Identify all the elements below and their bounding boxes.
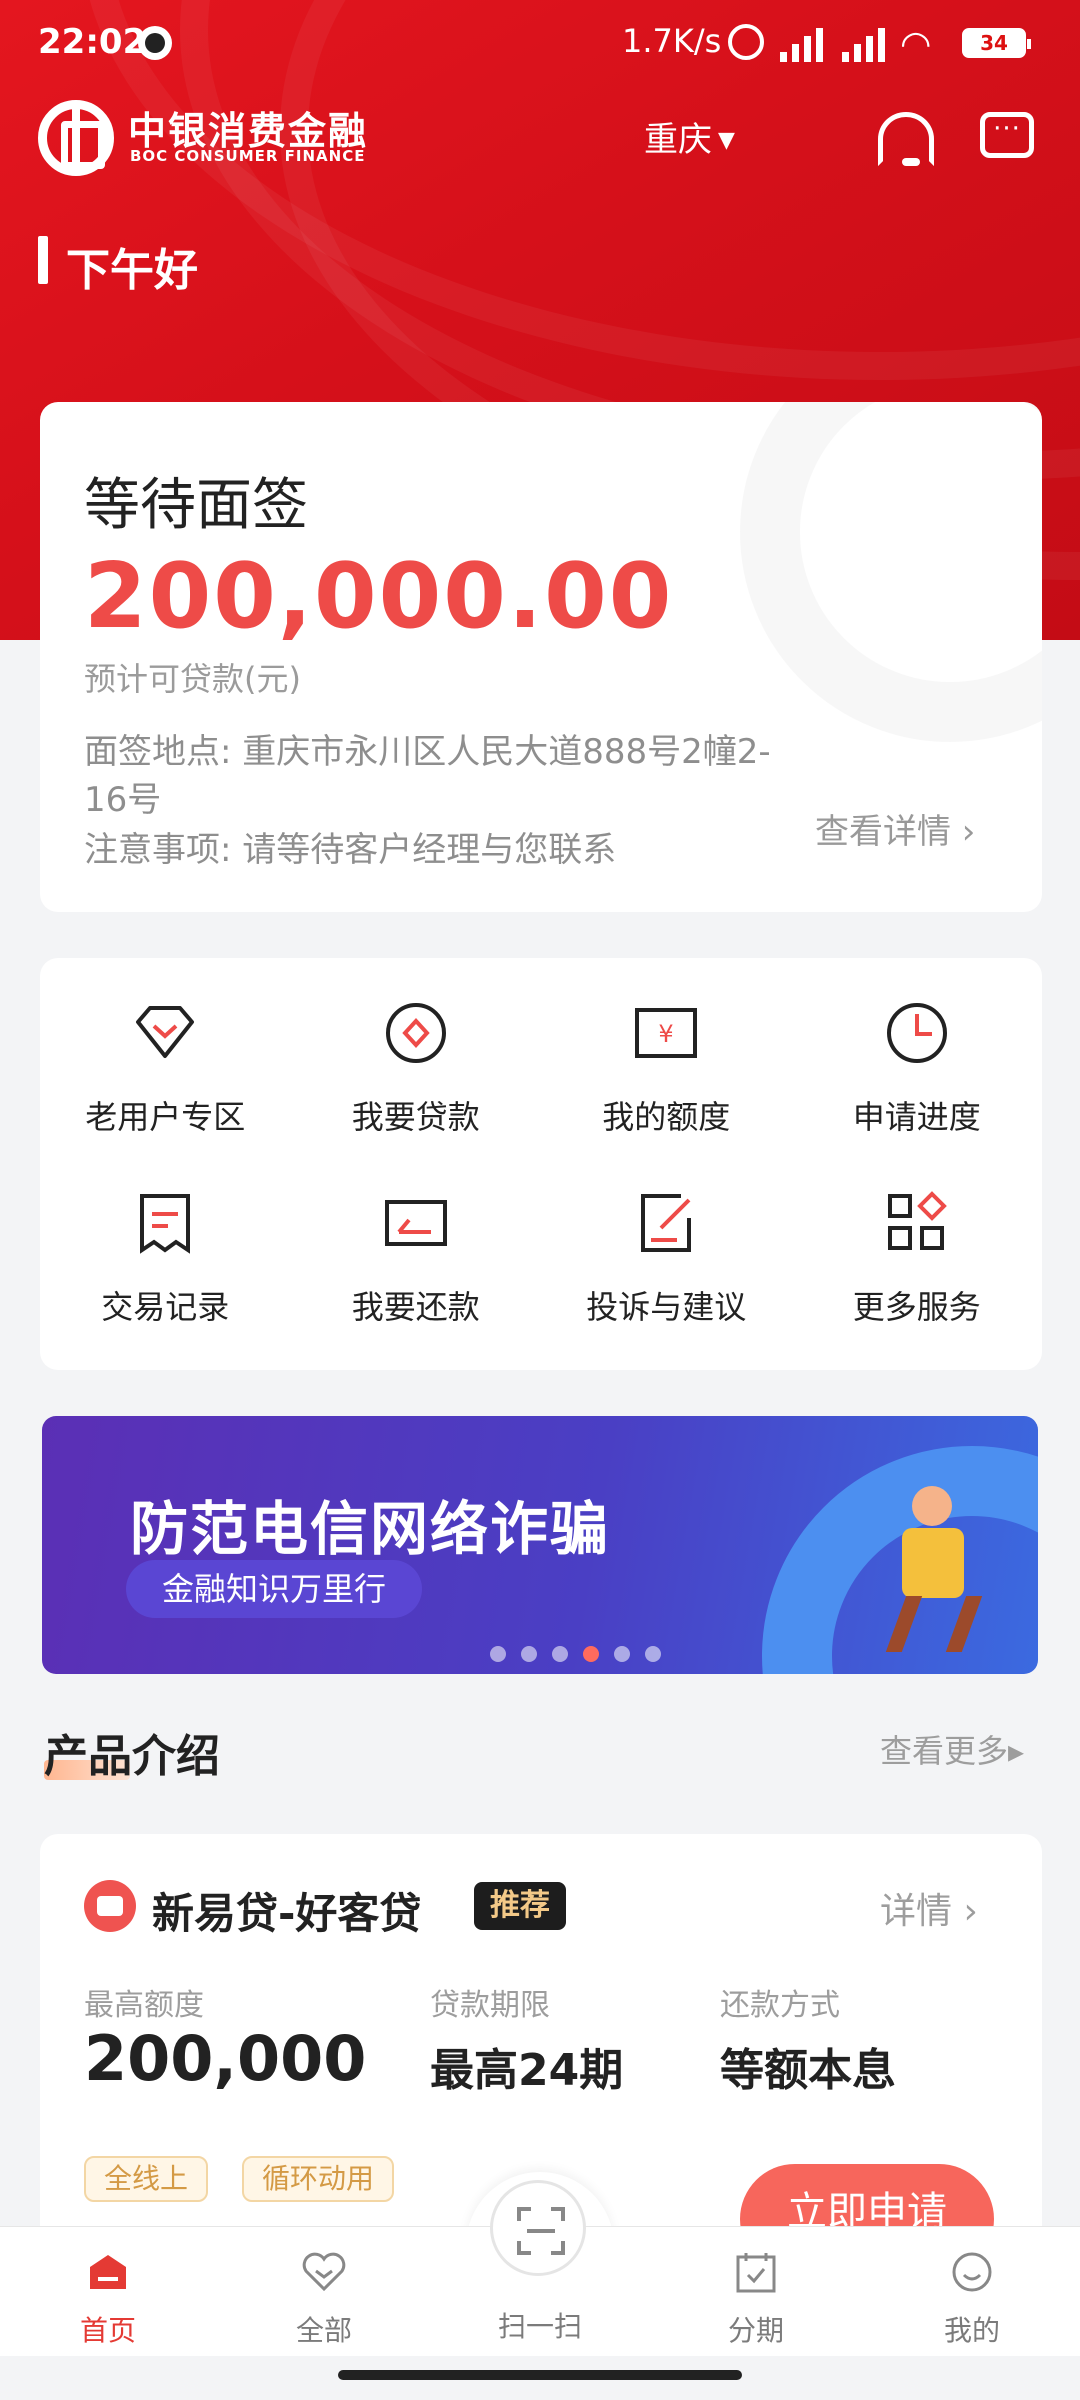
network-speed: 1.7K/s bbox=[622, 22, 722, 60]
apps-icon bbox=[887, 1191, 947, 1250]
service-feedback[interactable]: 投诉与建议 bbox=[541, 1188, 792, 1328]
brand-name-en: BOC CONSUMER FINANCE bbox=[130, 147, 366, 165]
service-progress[interactable]: 申请进度 bbox=[792, 998, 1043, 1138]
tab-label: 我的 bbox=[943, 2314, 1000, 2347]
tab-label: 首页 bbox=[79, 2314, 136, 2347]
application-status: 等待面签 bbox=[84, 473, 308, 538]
service-apply-loan[interactable]: 我要贷款 bbox=[291, 998, 542, 1138]
service-label: 我的额度 bbox=[602, 1098, 731, 1136]
banner-subtitle: 金融知识万里行 bbox=[126, 1560, 423, 1618]
svg-text:¥: ¥ bbox=[659, 1020, 674, 1048]
banner-title: 防范电信网络诈骗 bbox=[130, 1495, 611, 1563]
loan-amount: 200,000.00 bbox=[84, 544, 674, 649]
heart-icon bbox=[302, 2252, 346, 2292]
boc-logo-icon bbox=[38, 100, 114, 176]
caret-down-icon: ▼ bbox=[718, 128, 735, 153]
field-label: 还款方式 bbox=[720, 1988, 840, 2023]
smile-icon bbox=[952, 2252, 992, 2292]
city-selector[interactable]: 重庆 ▼ bbox=[644, 112, 735, 161]
tab-label: 分期 bbox=[727, 2314, 784, 2347]
tab-label: 全部 bbox=[295, 2314, 352, 2347]
signal-icon bbox=[838, 26, 890, 62]
product-name: 新易贷-好客贷 bbox=[152, 1889, 422, 1938]
receipt-icon bbox=[140, 1194, 191, 1254]
city-label: 重庆 bbox=[644, 120, 712, 160]
application-status-card[interactable]: 等待面签 200,000.00 预计可贷款(元) 面签地点: 重庆市永川区人民大… bbox=[40, 402, 1042, 912]
product-detail-link[interactable]: 详情 › bbox=[880, 1882, 978, 1934]
home-indicator bbox=[338, 2370, 742, 2380]
services-grid: 老用户专区 我要贷款 ¥ 我的额度 申请进度 交易记录 我要还款 投诉与建议 更 bbox=[40, 998, 1042, 1328]
tab-label: 扫一扫 bbox=[497, 2310, 582, 2343]
banner-pagination bbox=[490, 1646, 661, 1662]
service-more[interactable]: 更多服务 bbox=[792, 1188, 1043, 1328]
signing-notice: 注意事项: 请等待客户经理与您联系 bbox=[84, 830, 617, 870]
pagination-dot[interactable] bbox=[645, 1646, 661, 1662]
status-bar: 22:02 1.7K/s ◠ 34 bbox=[0, 0, 1080, 90]
tab-home[interactable]: 首页 bbox=[8, 2249, 208, 2349]
edit-icon bbox=[641, 1194, 692, 1252]
service-label: 更多服务 bbox=[852, 1288, 981, 1326]
loan-amount-label: 预计可贷款(元) bbox=[84, 660, 301, 698]
tab-all[interactable]: 全部 bbox=[224, 2249, 424, 2349]
anti-fraud-banner[interactable]: 防范电信网络诈骗 金融知识万里行 bbox=[42, 1416, 1038, 1674]
tag-icon bbox=[136, 1006, 195, 1058]
feature-chip: 全线上 bbox=[84, 2156, 209, 2202]
scan-button[interactable] bbox=[490, 2180, 586, 2276]
greeting-accent-bar bbox=[38, 236, 48, 284]
pagination-dot[interactable] bbox=[552, 1646, 568, 1662]
tab-mine[interactable]: 我的 bbox=[872, 2249, 1072, 2349]
service-transactions[interactable]: 交易记录 bbox=[40, 1188, 291, 1328]
repayment-method: 等额本息 bbox=[720, 2045, 896, 2096]
notification-dot-icon bbox=[138, 26, 172, 60]
service-label: 交易记录 bbox=[101, 1288, 230, 1326]
customer-service-icon[interactable] bbox=[876, 108, 934, 168]
feature-chip: 循环动用 bbox=[242, 2156, 395, 2202]
service-old-user[interactable]: 老用户专区 bbox=[40, 998, 291, 1138]
diamond-circle-icon bbox=[385, 1003, 446, 1063]
scan-icon bbox=[517, 2207, 565, 2255]
pagination-dot[interactable] bbox=[490, 1646, 506, 1662]
yen-card-icon: ¥ bbox=[635, 1008, 698, 1058]
signing-address: 面签地点: 重庆市永川区人民大道888号2幢2-16号 bbox=[84, 732, 771, 820]
home-icon bbox=[90, 2255, 126, 2289]
max-amount: 200,000 bbox=[84, 2022, 367, 2095]
card-watermark bbox=[740, 402, 1042, 742]
message-icon[interactable]: ··· bbox=[980, 112, 1034, 158]
battery-icon: 34 bbox=[962, 28, 1031, 58]
view-details-link[interactable]: 查看详情 › bbox=[815, 804, 975, 853]
clock-icon bbox=[886, 1003, 947, 1063]
field-label: 最高额度 bbox=[84, 1988, 204, 2023]
service-my-quota[interactable]: ¥ 我的额度 bbox=[541, 998, 792, 1138]
service-repay[interactable]: 我要还款 bbox=[291, 1188, 542, 1328]
service-label: 申请进度 bbox=[852, 1098, 981, 1136]
field-label: 贷款期限 bbox=[430, 1988, 550, 2023]
status-time: 22:02 bbox=[38, 22, 147, 62]
calendar-icon bbox=[736, 2253, 776, 2293]
alarm-icon bbox=[728, 24, 764, 60]
products-section-title: 产品介绍 bbox=[44, 1720, 220, 1784]
loan-term: 最高24期 bbox=[430, 2045, 624, 2096]
services-card: 老用户专区 我要贷款 ¥ 我的额度 申请进度 交易记录 我要还款 投诉与建议 更 bbox=[40, 958, 1042, 1370]
pagination-dot-active[interactable] bbox=[583, 1646, 599, 1662]
products-more-link[interactable]: 查看更多▸ bbox=[880, 1726, 1024, 1772]
service-label: 我要还款 bbox=[351, 1288, 480, 1326]
banner-runner-illustration bbox=[882, 1486, 983, 1656]
greeting: 下午好 bbox=[66, 245, 198, 296]
pagination-dot[interactable] bbox=[614, 1646, 630, 1662]
recommend-badge: 推荐 bbox=[474, 1882, 566, 1930]
signal-icon bbox=[776, 26, 828, 62]
wifi-icon: ◠ bbox=[900, 24, 932, 65]
wallet-icon bbox=[84, 1880, 136, 1932]
card-icon bbox=[384, 1200, 447, 1246]
service-label: 投诉与建议 bbox=[586, 1288, 747, 1326]
service-label: 我要贷款 bbox=[351, 1098, 480, 1136]
service-label: 老用户专区 bbox=[85, 1098, 246, 1136]
tab-installment[interactable]: 分期 bbox=[656, 2249, 856, 2349]
pagination-dot[interactable] bbox=[521, 1646, 537, 1662]
